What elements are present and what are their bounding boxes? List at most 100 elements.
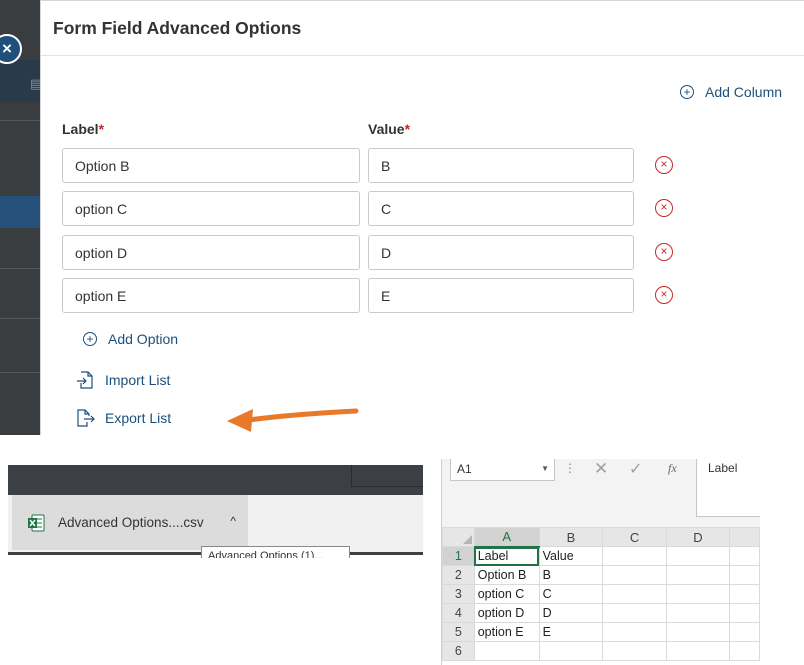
- cancel-icon[interactable]: ✕: [594, 459, 608, 479]
- cell[interactable]: option E: [473, 622, 540, 642]
- add-option-button[interactable]: + Add Option: [83, 331, 178, 347]
- function-icon[interactable]: fx: [668, 461, 677, 476]
- option-label-input[interactable]: option E: [62, 278, 360, 313]
- dialog-header: Form Field Advanced Options: [41, 1, 804, 56]
- cell[interactable]: [729, 641, 760, 661]
- background-app-sidebar: ▤: [0, 0, 42, 435]
- option-value-input[interactable]: B: [368, 148, 634, 183]
- value-column-header: Value*: [368, 121, 410, 137]
- table-row: 1 Label Value: [442, 546, 760, 566]
- value-header-text: Value: [368, 121, 405, 137]
- divider: [0, 268, 40, 269]
- row-header[interactable]: 3: [442, 584, 475, 604]
- column-header[interactable]: C: [602, 527, 667, 547]
- download-tooltip: Advanced Options (1)...: [201, 546, 350, 558]
- required-marker: *: [98, 121, 105, 137]
- remove-option-icon[interactable]: ×: [655, 243, 673, 261]
- cell[interactable]: option D: [473, 603, 540, 623]
- cell[interactable]: [729, 546, 760, 566]
- option-value-input[interactable]: E: [368, 278, 634, 313]
- option-label-input[interactable]: option C: [62, 191, 360, 226]
- more-icon[interactable]: ⋮: [564, 461, 576, 475]
- cell[interactable]: [665, 546, 731, 566]
- remove-option-icon[interactable]: ×: [655, 199, 673, 217]
- chevron-up-icon[interactable]: ^: [230, 514, 236, 528]
- cell[interactable]: [665, 584, 731, 604]
- orange-arrow-annotation: [227, 408, 359, 432]
- row-header[interactable]: 2: [442, 565, 475, 585]
- remove-option-icon[interactable]: ×: [655, 286, 673, 304]
- cell[interactable]: [602, 641, 667, 661]
- label-column-header: Label*: [62, 121, 104, 137]
- cell[interactable]: [729, 565, 760, 585]
- browser-toolbar-strip: [8, 465, 423, 495]
- file-export-icon: [77, 409, 95, 427]
- browser-tab-edge: [351, 465, 423, 487]
- formula-input[interactable]: Label: [696, 459, 760, 517]
- column-header[interactable]: B: [538, 527, 604, 547]
- cell[interactable]: [729, 603, 760, 623]
- column-header[interactable]: A: [473, 527, 540, 548]
- name-box-value: A1: [457, 462, 472, 476]
- cell[interactable]: [602, 584, 667, 604]
- import-list-label: Import List: [105, 372, 171, 388]
- cell[interactable]: [473, 641, 540, 661]
- divider: [0, 372, 40, 373]
- cell[interactable]: [729, 584, 760, 604]
- cell[interactable]: Label: [473, 546, 540, 566]
- dropdown-arrow-icon[interactable]: ▼: [541, 459, 549, 479]
- option-label-input[interactable]: Option B: [62, 148, 360, 183]
- row-header[interactable]: 1: [442, 546, 475, 566]
- table-row: 6: [442, 641, 760, 661]
- row-header[interactable]: 4: [442, 603, 475, 623]
- column-header[interactable]: [729, 527, 760, 547]
- cell[interactable]: [602, 622, 667, 642]
- divider: [0, 120, 40, 121]
- cell[interactable]: C: [538, 584, 604, 604]
- excel-file-icon: [28, 514, 45, 531]
- dialog-title: Form Field Advanced Options: [53, 17, 302, 38]
- cell[interactable]: Option B: [473, 565, 540, 585]
- cell[interactable]: [665, 622, 731, 642]
- spreadsheet-view: A1 ▼ ⋮ ✕ ✓ fx Label A B C D 1 Label Valu…: [441, 459, 760, 665]
- plus-circle-icon: +: [83, 332, 97, 346]
- import-list-button[interactable]: Import List: [75, 370, 170, 390]
- spreadsheet-grid: A B C D 1 Label Value 2 Option B B 3 opt…: [442, 527, 760, 661]
- divider: [0, 318, 40, 319]
- add-column-label: Add Column: [705, 84, 783, 100]
- download-item[interactable]: Advanced Options....csv ^: [12, 495, 248, 550]
- name-box[interactable]: A1 ▼: [450, 459, 555, 481]
- cell[interactable]: [602, 565, 667, 585]
- export-list-label: Export List: [105, 410, 172, 426]
- check-icon[interactable]: ✓: [629, 459, 642, 479]
- row-header[interactable]: 5: [442, 622, 475, 642]
- remove-option-icon[interactable]: ×: [655, 156, 673, 174]
- formula-bar: A1 ▼ ⋮ ✕ ✓ fx Label: [442, 459, 760, 527]
- advanced-options-dialog: Form Field Advanced Options + Add Column…: [40, 0, 804, 435]
- table-row: 2 Option B B: [442, 565, 760, 585]
- cell[interactable]: E: [538, 622, 604, 642]
- column-header[interactable]: D: [665, 527, 731, 547]
- row-header[interactable]: 6: [442, 641, 475, 661]
- cell[interactable]: [602, 546, 667, 566]
- cell[interactable]: [602, 603, 667, 623]
- cell[interactable]: D: [538, 603, 604, 623]
- cell[interactable]: [665, 603, 731, 623]
- option-value-input[interactable]: C: [368, 191, 634, 226]
- select-all-corner[interactable]: [442, 527, 475, 547]
- table-row: 3 option C C: [442, 584, 760, 604]
- required-marker: *: [404, 121, 411, 137]
- add-option-label: Add Option: [108, 331, 179, 347]
- table-row: 5 option E E: [442, 622, 760, 642]
- cell[interactable]: [665, 565, 731, 585]
- cell[interactable]: option C: [473, 584, 540, 604]
- cell[interactable]: [538, 641, 604, 661]
- cell[interactable]: Value: [538, 546, 604, 566]
- cell[interactable]: B: [538, 565, 604, 585]
- add-column-button[interactable]: + Add Column: [680, 84, 782, 100]
- export-list-button[interactable]: Export List: [75, 408, 171, 428]
- cell[interactable]: [665, 641, 731, 661]
- option-value-input[interactable]: D: [368, 235, 634, 270]
- cell[interactable]: [729, 622, 760, 642]
- option-label-input[interactable]: option D: [62, 235, 360, 270]
